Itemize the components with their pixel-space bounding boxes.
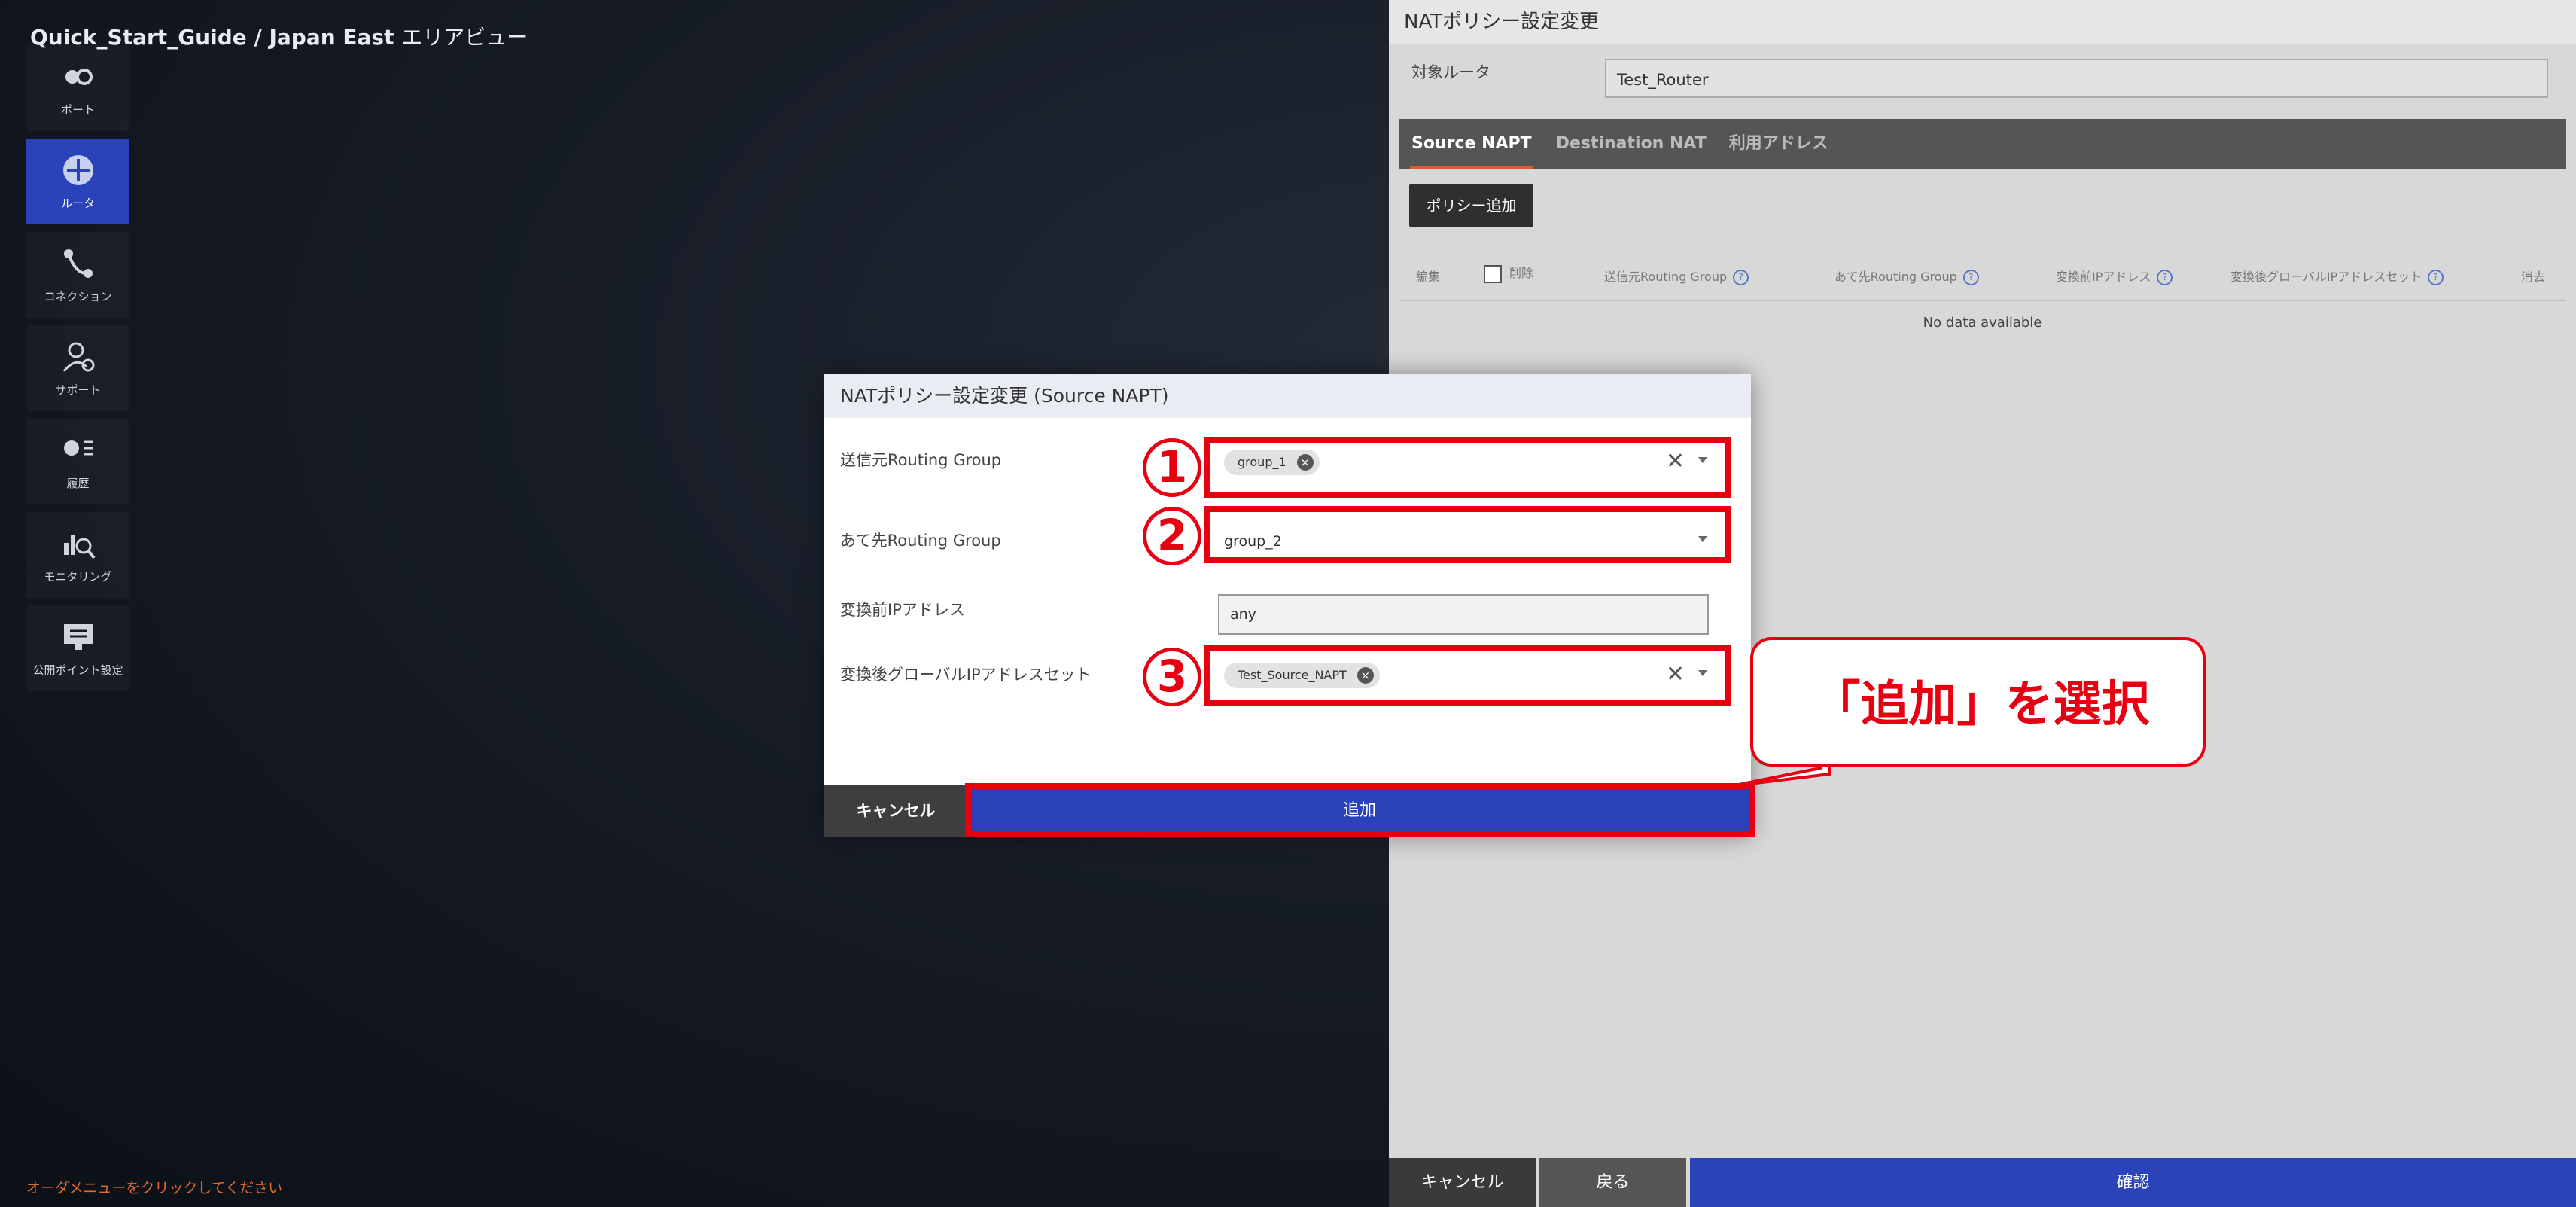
history-icon <box>63 440 93 456</box>
step-2-marker: 2 <box>1143 507 1201 565</box>
empty-table-message: No data available <box>1923 315 2042 331</box>
nat-policy-dialog: NATポリシー設定変更 (Source NAPT) 送信元Routing Gro… <box>824 374 1751 837</box>
dialog-add-button[interactable]: 追加 <box>968 785 1751 837</box>
sidebar-item-label: 履歴 <box>66 476 90 490</box>
help-icon[interactable]: ? <box>2157 270 2173 285</box>
panel-confirm-button[interactable]: 確認 <box>1690 1158 2576 1207</box>
sidebar-item-label: 公開ポイント設定 <box>32 663 123 677</box>
th-pre-ip: 変換前IPアドレス? <box>2056 267 2173 285</box>
th-post-ip: 変換後グローバルIPアドレスセット? <box>2230 267 2444 285</box>
src-group-label: 送信元Routing Group <box>840 451 1002 469</box>
chip-remove-icon[interactable]: × <box>1296 454 1314 471</box>
port-icon <box>65 68 93 85</box>
table-header: 編集 削除 送信元Routing Group? あて先Routing Group… <box>1399 248 2566 301</box>
post-ip-chip: Test_Source_NAPT × <box>1224 663 1380 688</box>
src-group-select[interactable]: group_1 × ✕ <box>1218 442 1715 483</box>
post-ip-label: 変換後グローバルIPアドレスセット <box>840 666 1092 684</box>
dst-group-select[interactable]: group_2 <box>1218 521 1715 562</box>
dialog-title: NATポリシー設定変更 (Source NAPT) <box>824 374 1751 418</box>
post-ip-select[interactable]: Test_Source_NAPT × ✕ <box>1218 655 1715 696</box>
breadcrumb-view: エリアビュー <box>401 25 528 50</box>
th-delete: 削除 <box>1484 263 1533 283</box>
clear-icon[interactable]: ✕ <box>1666 448 1685 474</box>
th-delete-label: 削除 <box>1509 266 1534 280</box>
panel-cancel-button[interactable]: キャンセル <box>1389 1158 1536 1207</box>
router-icon <box>62 154 93 185</box>
sidebar-item-connection[interactable]: コネクション <box>26 232 129 318</box>
pre-ip-field[interactable]: any <box>1218 594 1709 635</box>
panel-back-button[interactable]: 戻る <box>1539 1158 1686 1207</box>
sidebar-item-label: ポート <box>60 102 95 117</box>
sidebar-item-support[interactable]: サポート <box>26 325 129 411</box>
tab-destination-nat[interactable]: Destination NAT <box>1556 119 1707 169</box>
dialog-footer: キャンセル 追加 <box>824 785 1751 837</box>
sidebar-item-router[interactable]: ルータ <box>26 139 129 224</box>
connection-icon <box>63 248 93 278</box>
src-group-chip-label: group_1 <box>1238 455 1286 469</box>
tab-bar: Source NAPT Destination NAT 利用アドレス <box>1399 119 2566 169</box>
post-ip-chip-label: Test_Source_NAPT <box>1238 668 1347 682</box>
chevron-down-icon[interactable] <box>1698 457 1707 463</box>
th-pre-ip-label: 変換前IPアドレス <box>2056 270 2151 284</box>
panel-title: NATポリシー設定変更 <box>1389 0 2576 44</box>
router-label: 対象ルータ <box>1411 63 1490 81</box>
th-dst-group: あて先Routing Group? <box>1835 267 1979 285</box>
sidebar: ポート ルータ コネクション サポート 履歴 モニタリング 公開ポイント設定 <box>26 45 129 699</box>
dialog-cancel-button[interactable]: キャンセル <box>824 785 968 837</box>
callout-box: 「追加」を選択 <box>1750 637 2206 767</box>
chip-remove-icon[interactable]: × <box>1357 667 1374 684</box>
th-post-ip-label: 変換後グローバルIPアドレスセット <box>2230 270 2422 284</box>
sidebar-item-history[interactable]: 履歴 <box>26 419 129 504</box>
order-hint: オーダメニューをクリックしてください <box>26 1180 283 1196</box>
sidebar-item-port[interactable]: ポート <box>26 45 129 131</box>
pre-ip-label: 変換前IPアドレス <box>840 601 965 619</box>
sidebar-item-label: ルータ <box>60 196 95 210</box>
th-remove: 消去 <box>2521 270 2546 284</box>
panel-footer: キャンセル 戻る 確認 <box>1389 1158 2576 1207</box>
callout-text: 「追加」を選択 <box>1812 677 2150 733</box>
tab-source-napt[interactable]: Source NAPT <box>1410 119 1533 169</box>
step-3-marker: 3 <box>1143 648 1201 706</box>
select-all-checkbox[interactable] <box>1484 264 1502 283</box>
sidebar-item-label: コネクション <box>44 289 112 303</box>
dst-group-value: group_2 <box>1224 533 1282 550</box>
monitoring-icon <box>63 535 96 559</box>
src-group-chip: group_1 × <box>1224 450 1320 475</box>
router-field: Test_Router <box>1605 59 2548 98</box>
chevron-down-icon[interactable] <box>1698 536 1707 542</box>
help-icon[interactable]: ? <box>2428 270 2444 285</box>
sidebar-item-public-point[interactable]: 公開ポイント設定 <box>26 605 129 691</box>
sidebar-item-label: モニタリング <box>44 569 112 584</box>
dst-group-label: あて先Routing Group <box>840 532 1001 550</box>
sidebar-item-monitoring[interactable]: モニタリング <box>26 512 129 598</box>
step-1-marker: 1 <box>1143 438 1201 497</box>
chevron-down-icon[interactable] <box>1698 670 1707 676</box>
sidebar-item-label: サポート <box>55 383 101 397</box>
add-policy-button[interactable]: ポリシー追加 <box>1409 184 1533 227</box>
help-icon[interactable]: ? <box>1962 270 1979 285</box>
tab-used-address[interactable]: 利用アドレス <box>1729 119 1828 169</box>
th-src-group-label: 送信元Routing Group <box>1604 270 1728 284</box>
public-point-icon <box>63 623 93 650</box>
help-icon[interactable]: ? <box>1733 270 1749 285</box>
th-dst-group-label: あて先Routing Group <box>1835 270 1957 284</box>
clear-icon[interactable]: ✕ <box>1666 661 1685 687</box>
th-edit: 編集 <box>1416 270 1441 284</box>
support-icon <box>62 342 94 372</box>
th-src-group: 送信元Routing Group? <box>1604 267 1749 285</box>
